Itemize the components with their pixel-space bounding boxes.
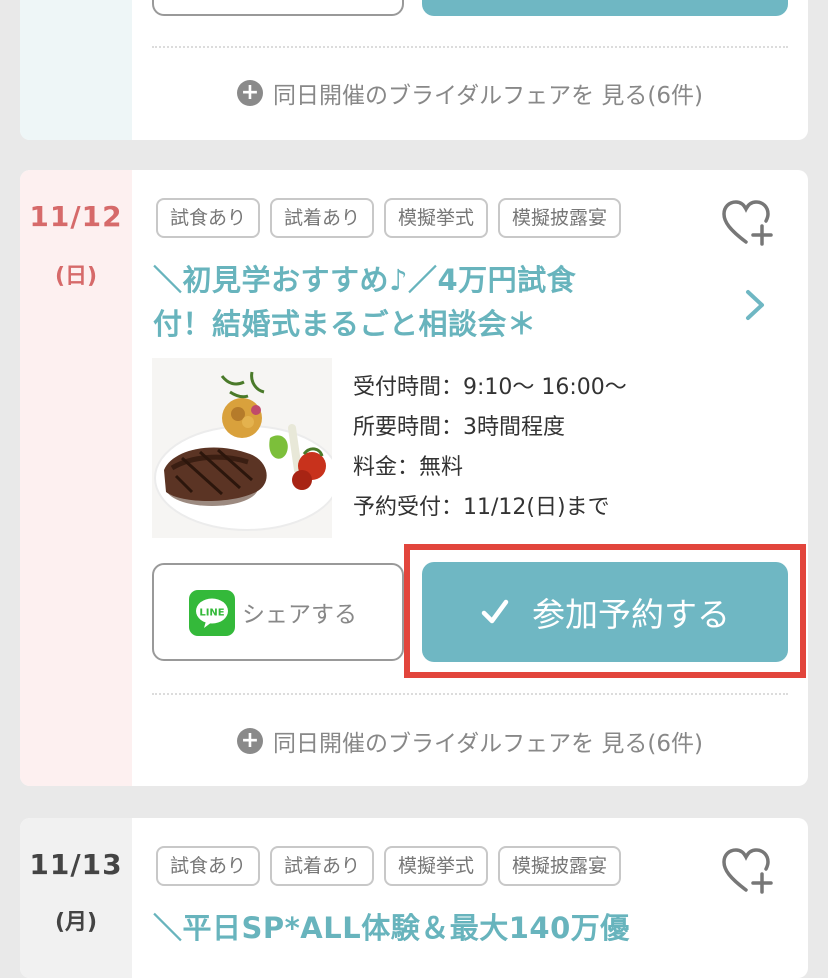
share-label: シェアする: [242, 602, 357, 628]
tag-fitting: 試着あり: [270, 846, 375, 886]
line-share-button[interactable]: LINE シェアする: [152, 563, 404, 661]
more-fairs-label: 同日開催のブライダルフェアを 見る(6件): [273, 731, 703, 757]
event-title[interactable]: ＼初見学おすすめ♪／4万円試食 付！結婚式まるごと相談会＊: [153, 258, 713, 346]
event-date: 11/12: [20, 200, 132, 233]
event-day-of-week: (日): [54, 264, 98, 289]
event-date-text: 11/12: [29, 200, 123, 233]
event-card: 11/12 (日) 試食あり 試着あり 模擬挙式 模擬披露宴 ＼初見学おすすめ♪…: [20, 170, 808, 786]
tag-mock-reception: 模擬披露宴: [498, 846, 622, 886]
plus-circle-icon: +: [237, 80, 263, 106]
more-fairs-label: 同日開催のブライダルフェアを 見る(6件): [273, 83, 703, 109]
reservation-deadline: 予約受付：11/12(日)まで: [353, 495, 610, 520]
tag-mock-reception: 模擬披露宴: [498, 198, 622, 238]
date-column: [20, 0, 132, 140]
event-title[interactable]: ＼平日SP*ALL体験＆最大140万優: [153, 906, 713, 950]
favorite-heart-plus-icon[interactable]: [720, 846, 776, 896]
more-fairs-link[interactable]: + 同日開催のブライダルフェアを 見る(6件): [132, 724, 808, 758]
divider: [152, 693, 788, 695]
event-card-next: 11/13 (月) 試食あり 試着あり 模擬挙式 模擬披露宴 ＼平日SP*ALL…: [20, 818, 808, 978]
line-icon-text: LINE: [199, 608, 224, 619]
tag-list: 試食あり 試着あり 模擬挙式 模擬披露宴: [156, 198, 622, 238]
event-title-line1: ＼平日SP*ALL体験＆最大140万優: [153, 911, 630, 945]
event-date-text: 11/13: [29, 848, 123, 881]
reserve-label: 参加予約する: [532, 595, 730, 634]
date-column: [20, 818, 132, 978]
tag-fitting: 試着あり: [270, 198, 375, 238]
tag-mock-ceremony: 模擬挙式: [384, 846, 489, 886]
chevron-right-icon[interactable]: [742, 288, 768, 322]
reserve-button[interactable]: 参加予約する: [422, 562, 788, 662]
tag-list: 試食あり 試着あり 模擬挙式 模擬披露宴: [156, 846, 622, 886]
event-photo: [152, 358, 332, 538]
divider: [152, 46, 788, 48]
event-title-line2: 付！結婚式まるごと相談会＊: [153, 307, 537, 341]
favorite-heart-plus-icon[interactable]: [720, 198, 776, 248]
line-icon: LINE: [189, 590, 235, 636]
tag-tasting: 試食あり: [156, 198, 261, 238]
tag-mock-ceremony: 模擬挙式: [384, 198, 489, 238]
reserve-button[interactable]: [422, 0, 788, 16]
event-card-previous: + 同日開催のブライダルフェアを 見る(6件): [20, 0, 808, 140]
reception-time: 受付時間：9:10〜 16:00〜: [353, 375, 627, 400]
event-title-line1: ＼初見学おすすめ♪／4万円試食: [153, 263, 577, 297]
duration: 所要時間：3時間程度: [353, 415, 565, 440]
event-day-of-week: (月): [54, 910, 98, 935]
more-fairs-link[interactable]: + 同日開催のブライダルフェアを 見る(6件): [132, 76, 808, 110]
share-button[interactable]: [152, 0, 404, 16]
event-date: 11/13: [20, 848, 132, 881]
tag-tasting: 試食あり: [156, 846, 261, 886]
plus-circle-icon: +: [237, 728, 263, 754]
checkmark-icon: [481, 599, 509, 624]
event-info: 受付時間：9:10〜 16:00〜 所要時間：3時間程度 料金：無料 予約受付：…: [353, 368, 627, 528]
fee: 料金：無料: [353, 455, 464, 480]
